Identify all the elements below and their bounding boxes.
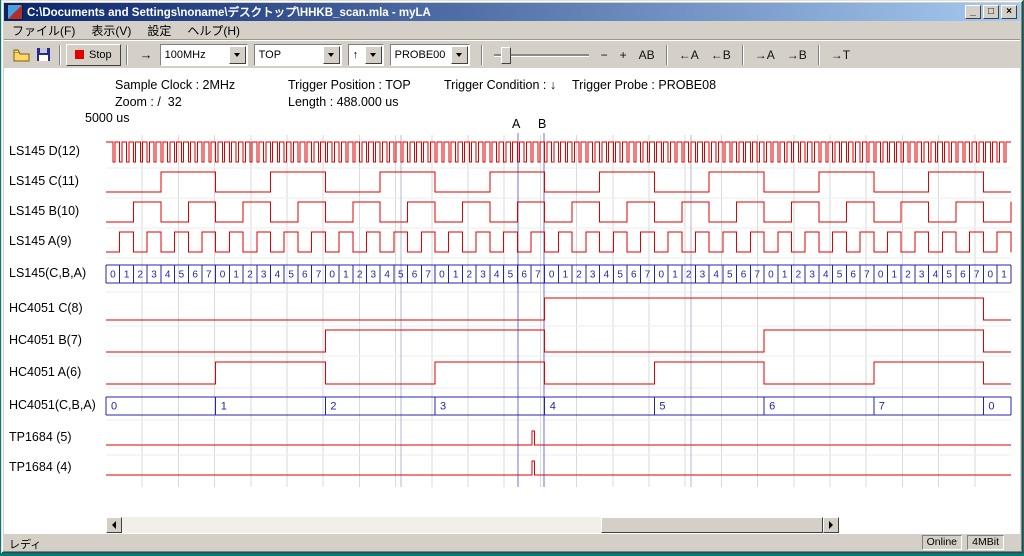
chevron-down-icon[interactable]	[451, 46, 468, 64]
trigger-position-select[interactable]: TOP	[254, 44, 342, 66]
menu-file[interactable]: ファイル(F)	[4, 21, 83, 40]
channel-label: LS145 C(11)	[9, 174, 79, 188]
scrollbar-thumb[interactable]	[601, 517, 823, 533]
toolbar-separator	[742, 45, 744, 65]
trigger-position-value: TOP	[259, 49, 281, 61]
window-controls: _ □ ×	[965, 5, 1017, 19]
cursor-a-label: A	[512, 117, 520, 131]
chevron-down-icon[interactable]	[365, 46, 382, 64]
zoom-info: Zoom : / 32	[115, 95, 182, 109]
arrow-left-icon	[112, 521, 116, 529]
channel-label: LS145(C,B,A)	[9, 266, 86, 280]
menu-view[interactable]: 表示(V)	[83, 21, 139, 40]
toolbar-separator	[818, 45, 820, 65]
goto-trigger-button[interactable]: →T	[825, 45, 856, 65]
probe-select[interactable]: PROBE00	[390, 44, 470, 66]
sample-clock-info: Sample Clock : 2MHz	[115, 78, 235, 92]
trigger-edge-value: ↑	[353, 49, 359, 61]
cursor-b-label: B	[538, 117, 546, 131]
channel-label: LS145 B(10)	[9, 204, 79, 218]
toolbar-separator	[126, 45, 128, 65]
stop-label: Stop	[89, 49, 112, 61]
goto-cursor-a-right-button[interactable]: →A	[749, 45, 781, 65]
close-button[interactable]: ×	[1001, 5, 1017, 19]
arrow-right-icon	[829, 521, 833, 529]
chevron-down-icon[interactable]	[229, 46, 246, 64]
zoom-slider-thumb[interactable]	[501, 47, 511, 64]
title-bar[interactable]: C:\Documents and Settings\noname\デスクトップ\…	[4, 3, 1020, 21]
channel-label: LS145 D(12)	[9, 144, 80, 158]
run-button[interactable]: →	[133, 46, 160, 63]
sample-rate-select[interactable]: 100MHz	[160, 44, 248, 66]
trigger-edge-select[interactable]: ↑	[348, 44, 384, 66]
minimize-button[interactable]: _	[965, 5, 981, 19]
toolbar-separator	[666, 45, 668, 65]
trigger-position-info: Trigger Position : TOP	[288, 78, 411, 92]
scroll-left-button[interactable]	[106, 517, 122, 533]
app-icon	[7, 4, 23, 20]
goto-cursor-b-right-button[interactable]: →B	[781, 45, 813, 65]
menu-help[interactable]: ヘルプ(H)	[179, 21, 248, 40]
status-memory: 4MBit	[967, 535, 1004, 550]
goto-cursor-a-left-button[interactable]: ←A	[673, 45, 705, 65]
waveform-area[interactable]	[106, 135, 1011, 487]
app-window: C:\Documents and Settings\noname\デスクトップ\…	[1, 0, 1023, 553]
horizontal-scrollbar[interactable]	[106, 517, 839, 533]
scroll-right-button[interactable]	[823, 517, 839, 533]
channel-label: TP1684 (4)	[9, 460, 72, 474]
status-online: Online	[922, 535, 962, 550]
status-ready: レディ	[9, 536, 41, 552]
channel-label: TP1684 (5)	[9, 430, 72, 444]
zoom-slider[interactable]	[494, 46, 589, 64]
status-bar: レディ Online 4MBit	[4, 533, 1020, 551]
stop-button[interactable]: Stop	[66, 44, 121, 66]
channel-label: LS145 A(9)	[9, 234, 72, 248]
ab-button[interactable]: AB	[633, 45, 661, 65]
toolbar-separator	[481, 45, 483, 65]
zoom-out-button[interactable]: −	[595, 45, 614, 65]
zoom-in-button[interactable]: +	[614, 45, 633, 65]
toolbar-separator	[59, 45, 61, 65]
tool-bar: Stop → 100MHz TOP ↑ PROBE00 − + AB ←A ←B	[4, 40, 1020, 69]
channel-label: HC4051 B(7)	[9, 333, 82, 347]
channel-label: HC4051 A(6)	[9, 365, 81, 379]
length-info: Length : 488.000 us	[288, 95, 399, 109]
save-button[interactable]	[32, 44, 54, 66]
menu-settings[interactable]: 設定	[139, 21, 179, 40]
open-folder-icon	[13, 48, 30, 62]
probe-value: PROBE00	[395, 49, 446, 61]
sample-rate-value: 100MHz	[165, 49, 206, 61]
floppy-disk-icon	[36, 47, 51, 62]
maximize-button[interactable]: □	[983, 5, 999, 19]
open-file-button[interactable]	[10, 44, 32, 66]
stop-icon	[75, 50, 84, 59]
window-title: C:\Documents and Settings\noname\デスクトップ\…	[27, 4, 965, 20]
timeline-origin-label: 5000 us	[85, 111, 129, 125]
channel-label: HC4051(C,B,A)	[9, 398, 96, 412]
trigger-condition-info: Trigger Condition : ↓	[444, 78, 556, 92]
menu-bar: ファイル(F) 表示(V) 設定 ヘルプ(H)	[4, 21, 1020, 40]
chevron-down-icon[interactable]	[323, 46, 340, 64]
goto-cursor-b-left-button[interactable]: ←B	[705, 45, 737, 65]
channel-label: HC4051 C(8)	[9, 301, 83, 315]
trigger-probe-info: Trigger Probe : PROBE08	[572, 78, 716, 92]
